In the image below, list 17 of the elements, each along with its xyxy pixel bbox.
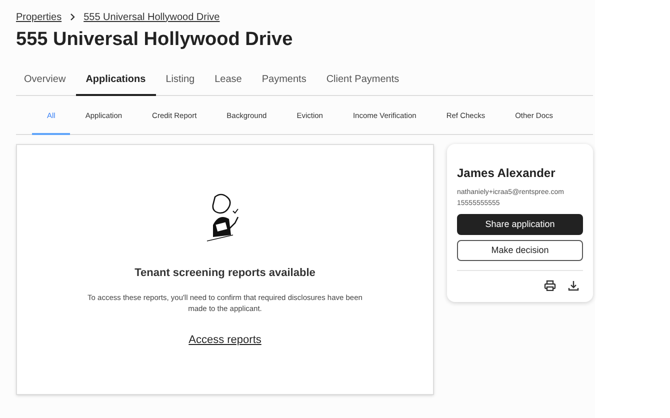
print-icon[interactable] [544,280,556,291]
breadcrumb-link[interactable]: 555 Universal Hollywood Drive [84,10,220,24]
share-button[interactable]: Share application [457,214,583,235]
tab[interactable]: Listing [156,72,205,96]
page-title: 555 Universal Hollywood Drive [16,28,294,52]
tab[interactable]: Overview [16,72,76,96]
access-reports-link[interactable]: Access reports [188,332,262,348]
tab[interactable]: Lease [204,72,252,96]
tab[interactable]: Applications [76,72,156,96]
decision-button[interactable]: Make decision [457,240,583,261]
breadcrumb-link[interactable]: Properties [16,10,62,24]
reports-heading: Tenant screening reports available [134,266,316,281]
chevron-icon [70,13,76,21]
applicant-name: James Alexander [457,165,556,182]
tab[interactable]: Payments [252,72,316,96]
tab[interactable]: Client Payments [316,72,410,96]
download-icon[interactable] [568,280,579,291]
